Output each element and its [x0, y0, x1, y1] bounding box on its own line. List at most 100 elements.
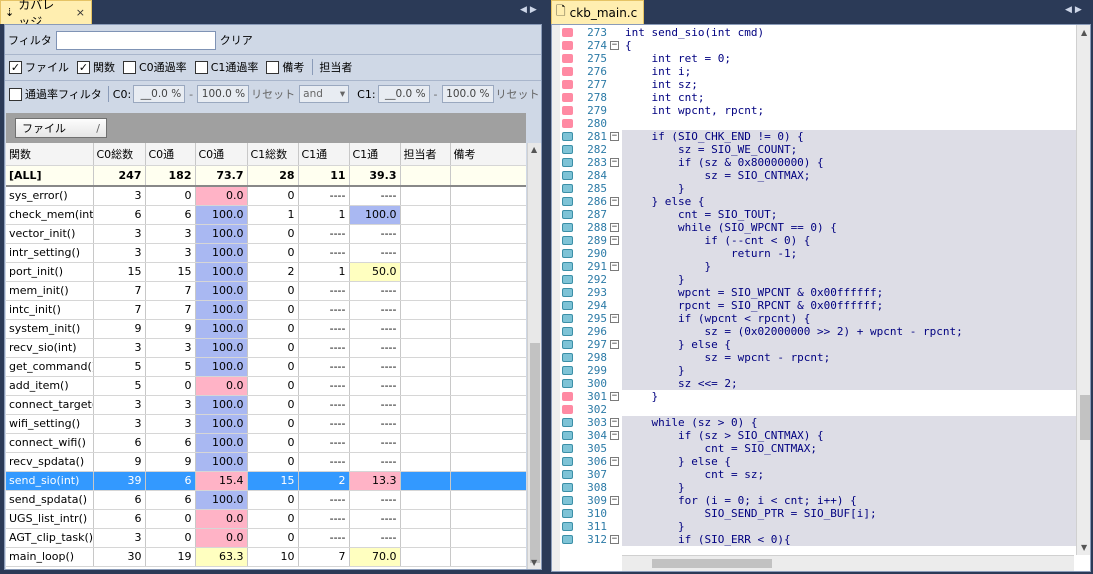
column-header[interactable]: C1総数 [247, 143, 299, 166]
code-line[interactable]: 285 } [552, 182, 1076, 195]
table-row[interactable]: intr_setting() 3 3 100.0 0 ---- ---- [6, 243, 526, 263]
scrollbar-thumb[interactable] [1080, 395, 1090, 440]
column-header[interactable]: 備考 [450, 143, 526, 166]
c1-max-input[interactable]: 100.0 % [441, 85, 494, 103]
checkbox-file[interactable]: ✓ [9, 60, 22, 74]
check-c1-rate[interactable]: C1通過率 [194, 59, 258, 75]
code-line[interactable]: 288− while (SIO_WPCNT == 0) { [552, 221, 1076, 234]
table-row[interactable]: add_item() 5 0 0.0 0 ---- ---- [6, 376, 526, 396]
code-line[interactable]: 287 cnt = SIO_TOUT; [552, 208, 1076, 221]
code-line[interactable]: 301− } [552, 390, 1076, 403]
table-row[interactable]: recv_sio(int) 3 3 100.0 0 ---- ---- [6, 338, 526, 358]
table-row[interactable]: send_sio(int) 39 6 15.4 15 2 13.3 [6, 471, 526, 491]
fold-toggle-icon[interactable]: − [610, 431, 619, 440]
fold-toggle-icon[interactable]: − [610, 535, 619, 544]
checkbox-c1-rate[interactable] [194, 60, 208, 74]
code-line[interactable]: 291− } [552, 260, 1076, 273]
scrollbar-thumb[interactable] [530, 343, 540, 563]
checkbox-note[interactable] [266, 60, 280, 74]
table-row[interactable]: AGT_clip_task() 3 0 0.0 0 ---- ---- [6, 528, 526, 548]
fold-toggle-icon[interactable]: − [610, 158, 619, 167]
scroll-up-icon[interactable]: ▲ [1081, 28, 1087, 37]
check-function[interactable]: ✓ 関数 [77, 59, 115, 75]
code-line[interactable]: 305 cnt = SIO_CNTMAX; [552, 442, 1076, 455]
table-row-all[interactable]: [ALL] 247 182 73.7 28 11 39.3 [6, 165, 526, 187]
check-c0-rate[interactable]: C0通過率 [123, 59, 187, 75]
scroll-down-icon[interactable]: ▼ [531, 558, 537, 567]
fold-toggle-icon[interactable]: − [610, 223, 619, 232]
close-icon[interactable]: × [76, 6, 85, 19]
code-line[interactable]: 278 int cnt; [552, 91, 1076, 104]
column-header[interactable]: C1通 [349, 143, 401, 166]
fold-toggle-icon[interactable]: − [610, 41, 619, 50]
check-file[interactable]: ✓ ファイル [9, 59, 69, 75]
code-line[interactable]: 276 int i; [552, 65, 1076, 78]
table-row[interactable]: recv_spdata() 9 9 100.0 0 ---- ---- [6, 452, 526, 472]
code-line[interactable]: 304− if (sz > SIO_CNTMAX) { [552, 429, 1076, 442]
fold-toggle-icon[interactable]: − [610, 392, 619, 401]
scroll-up-icon[interactable]: ▲ [531, 145, 537, 154]
editor-horizontal-scrollbar[interactable] [622, 555, 1074, 571]
fold-toggle-icon[interactable]: − [610, 236, 619, 245]
code-line[interactable]: 274−{ [552, 39, 1076, 52]
fold-toggle-icon[interactable]: − [610, 340, 619, 349]
code-line[interactable]: 280 [552, 117, 1076, 130]
code-line[interactable]: 273 int send_sio(int cmd) [552, 26, 1076, 39]
code-line[interactable]: 277 int sz; [552, 78, 1076, 91]
fold-toggle-icon[interactable]: − [610, 197, 619, 206]
fold-toggle-icon[interactable]: − [610, 314, 619, 323]
fold-toggle-icon[interactable]: − [610, 418, 619, 427]
table-row[interactable]: main_loop() 30 19 63.3 10 7 70.0 [6, 547, 526, 567]
column-header[interactable]: C0総数 [93, 143, 146, 166]
filter-input[interactable] [55, 30, 216, 50]
code-line[interactable]: 310 SIO_SEND_PTR = SIO_BUF[i]; [552, 507, 1076, 520]
fold-toggle-icon[interactable]: − [610, 496, 619, 505]
pin-icon[interactable]: ⇣ [5, 6, 14, 19]
table-row[interactable]: port_init() 15 15 100.0 2 1 50.0 [6, 262, 526, 282]
code-line[interactable]: 309− for (i = 0; i < cnt; i++) { [552, 494, 1076, 507]
code-line[interactable]: 307 cnt = sz; [552, 468, 1076, 481]
code-line[interactable]: 279 int wpcnt, rpcnt; [552, 104, 1076, 117]
c1-reset-button[interactable]: リセット [496, 86, 540, 102]
column-header[interactable]: 担当者 [400, 143, 451, 166]
code-line[interactable]: 312− if (SIO_ERR < 0){ [552, 533, 1076, 546]
code-line[interactable]: 308 } [552, 481, 1076, 494]
code-line[interactable]: 296 sz = (0x02000000 >> 2) + wpcnt - rpc… [552, 325, 1076, 338]
code-line[interactable]: 293 wpcnt = SIO_WPCNT & 0x00ffffff; [552, 286, 1076, 299]
fold-toggle-icon[interactable]: − [610, 132, 619, 141]
c0-min-input[interactable]: __0.0 % [133, 85, 186, 103]
checkbox-rate-filter[interactable] [9, 87, 22, 101]
code-line[interactable]: 286− } else { [552, 195, 1076, 208]
tab-scroll-arrows-icon[interactable]: ◀▶ [1065, 5, 1085, 15]
column-header[interactable]: C0通 [145, 143, 196, 166]
code-line[interactable]: 290 return -1; [552, 247, 1076, 260]
table-row[interactable]: UGS_list_intr() 6 0 0.0 0 ---- ---- [6, 509, 526, 529]
code-line[interactable]: 298 sz = wpcnt - rpcnt; [552, 351, 1076, 364]
owner-button[interactable]: 担当者 [319, 59, 352, 75]
table-row[interactable]: get_command() 5 5 100.0 0 ---- ---- [6, 357, 526, 377]
table-row[interactable]: wifi_setting() 3 3 100.0 0 ---- ---- [6, 414, 526, 434]
code-line[interactable]: 300 sz <<= 2; [552, 377, 1076, 390]
column-header[interactable]: 関数 [6, 143, 94, 166]
table-row[interactable]: check_mem(int) 6 6 100.0 1 1 100.0 [6, 205, 526, 225]
table-vertical-scrollbar[interactable]: ▲ ▼ [527, 143, 541, 569]
editor-vertical-scrollbar[interactable]: ▲ ▼ [1076, 25, 1090, 555]
combine-select[interactable]: and ▾ [299, 85, 350, 103]
table-row[interactable]: sys_error() 3 0 0.0 0 ---- ---- [6, 186, 526, 206]
code-line[interactable]: 311 } [552, 520, 1076, 533]
fold-toggle-icon[interactable]: − [610, 262, 619, 271]
table-row[interactable]: mem_init() 7 7 100.0 0 ---- ---- [6, 281, 526, 301]
code-line[interactable]: 295− if (wpcnt < rpcnt) { [552, 312, 1076, 325]
table-row[interactable]: connect_target() 3 3 100.0 0 ---- ---- [6, 395, 526, 415]
code-line[interactable]: 297− } else { [552, 338, 1076, 351]
check-rate-filter[interactable]: 通過率フィルタ [9, 86, 102, 102]
coverage-tab[interactable]: ⇣ カバレッジ × [0, 0, 92, 29]
clear-button[interactable]: クリア [220, 32, 253, 48]
code-line[interactable]: 294 rpcnt = SIO_RPCNT & 0x00ffffff; [552, 299, 1076, 312]
checkbox-c0-rate[interactable] [123, 60, 136, 74]
code-line[interactable]: 289− if (--cnt < 0) { [552, 234, 1076, 247]
checkbox-function[interactable]: ✓ [77, 60, 90, 74]
column-header[interactable]: C0通 [195, 143, 248, 166]
tab-scroll-arrows-icon[interactable]: ◀▶ [520, 5, 540, 15]
code-line[interactable]: 299 } [552, 364, 1076, 377]
